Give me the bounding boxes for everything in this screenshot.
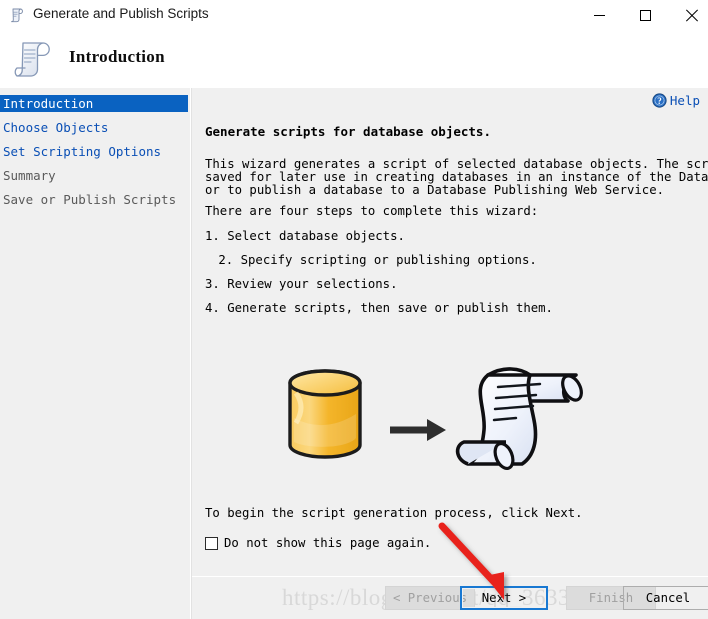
step-item-3: 3. Review your selections. (205, 277, 398, 291)
help-question-icon: ? (652, 93, 667, 108)
sidebar-item-introduction[interactable]: Introduction (0, 95, 188, 112)
minimize-button[interactable] (576, 0, 622, 31)
begin-instruction-text: To begin the script generation process, … (205, 506, 583, 520)
step-item-4: 4. Generate scripts, then save or publis… (205, 301, 553, 315)
script-scroll-icon (10, 36, 56, 82)
step-item-1: 1. Select database objects. (205, 229, 405, 243)
wizard-sidebar: Introduction Choose Objects Set Scriptin… (0, 88, 190, 619)
cancel-button[interactable]: Cancel (623, 586, 708, 610)
sidebar-item-save-or-publish-scripts: Save or Publish Scripts (3, 192, 177, 207)
maximize-icon (639, 10, 651, 21)
intro-paragraph: This wizard generates a script of select… (205, 157, 708, 197)
database-cylinder-icon (288, 369, 362, 459)
steps-intro-text: There are four steps to complete this wi… (205, 204, 539, 218)
wizard-window: Generate and Publish Scripts Introductio… (0, 0, 708, 619)
svg-text:?: ? (657, 96, 662, 106)
step-item-2: 2. Specify scripting or publishing optio… (211, 253, 537, 267)
page-header: Introduction (0, 31, 708, 88)
maximize-button[interactable] (622, 0, 668, 31)
next-button[interactable]: Next > (460, 586, 548, 610)
wizard-illustration (272, 360, 652, 490)
page-title: Introduction (69, 47, 165, 66)
do-not-show-label: Do not show this page again. (224, 536, 432, 550)
title-bar: Generate and Publish Scripts (0, 0, 708, 31)
do-not-show-checkbox[interactable] (205, 536, 218, 550)
content-heading: Generate scripts for database objects. (205, 124, 491, 139)
script-scroll-icon (9, 7, 26, 24)
right-arrow-icon (390, 419, 446, 441)
sidebar-item-choose-objects[interactable]: Choose Objects (0, 119, 188, 136)
footer-button-bar: https://blog.csdn.net/qq_36339828 < Prev… (192, 577, 708, 619)
sidebar-item-set-scripting-options[interactable]: Set Scripting Options (0, 143, 188, 160)
help-label: Help (669, 93, 700, 108)
script-scroll-illustration (455, 367, 583, 471)
minimize-icon (593, 15, 605, 16)
do-not-show-row[interactable]: Do not show this page again. (205, 536, 431, 550)
close-icon (685, 9, 698, 22)
close-button[interactable] (668, 0, 708, 31)
window-title: Generate and Publish Scripts (33, 6, 209, 21)
help-link[interactable]: ? Help (652, 93, 700, 108)
content-panel: ? Help Generate scripts for database obj… (192, 88, 708, 576)
sidebar-item-summary: Summary (3, 168, 56, 183)
